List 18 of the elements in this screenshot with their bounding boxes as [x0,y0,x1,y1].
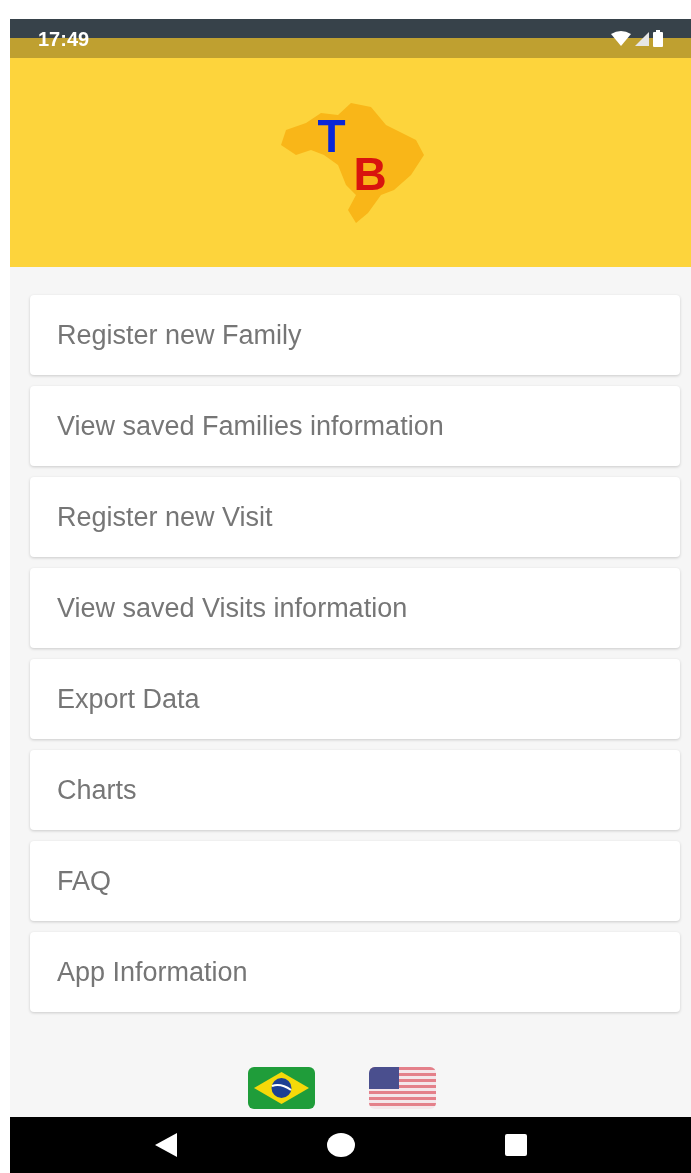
signal-icon [635,31,649,46]
menu-item[interactable]: View saved Visits information [30,568,680,648]
recents-icon[interactable] [504,1134,527,1156]
menu-item[interactable]: Export Data [30,659,680,739]
logo-letter: B [353,150,387,197]
menu-item[interactable]: Charts [30,750,680,830]
home-icon[interactable] [326,1133,355,1157]
battery-icon [653,30,663,47]
menu-item[interactable]: FAQ [30,841,680,921]
menu-item[interactable]: App Information [30,932,680,1012]
menu-item[interactable]: Register new Visit [30,477,680,557]
menu-item[interactable]: Register new Family [30,295,680,375]
wifi-icon [611,31,631,46]
back-icon[interactable] [154,1133,177,1157]
us-flag-icon[interactable] [368,1067,436,1109]
logo-letter: T [317,112,346,159]
brazil-flag-icon[interactable] [247,1067,315,1109]
menu-item[interactable]: View saved Families information [30,386,680,466]
